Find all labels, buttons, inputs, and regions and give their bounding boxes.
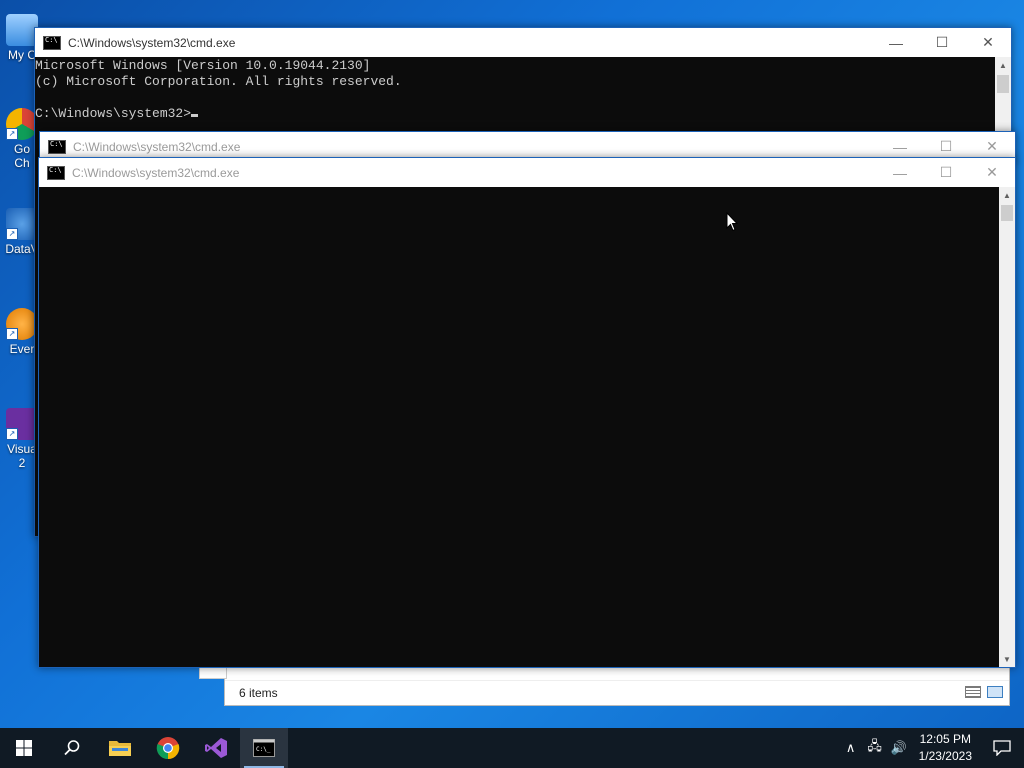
cmd-app-icon[interactable] bbox=[48, 139, 66, 154]
taskbar: C:\_ ∧ 🖧 🔊 12:05 PM 1/23/2023 bbox=[0, 728, 1024, 768]
text-cursor bbox=[191, 114, 199, 117]
cmd-app-icon[interactable] bbox=[47, 165, 65, 180]
taskbar-chrome[interactable] bbox=[144, 728, 192, 768]
scroll-up-arrow-icon[interactable]: ▲ bbox=[999, 187, 1015, 203]
windows-logo-icon bbox=[16, 740, 32, 756]
mouse-pointer-icon bbox=[726, 212, 738, 232]
taskbar-file-explorer[interactable] bbox=[96, 728, 144, 768]
action-center-button[interactable] bbox=[980, 728, 1024, 768]
shortcut-arrow-icon: ↗ bbox=[6, 128, 18, 140]
shortcut-arrow-icon: ↗ bbox=[6, 328, 18, 340]
cmd-app-icon[interactable] bbox=[43, 35, 61, 50]
window-title: C:\Windows\system32\cmd.exe bbox=[73, 139, 241, 154]
network-icon[interactable]: 🖧 bbox=[863, 737, 887, 759]
shortcut-arrow-icon: ↗ bbox=[6, 428, 18, 440]
clock-date: 1/23/2023 bbox=[918, 749, 972, 763]
close-button[interactable]: ✕ bbox=[969, 158, 1015, 187]
cmd-window-3[interactable]: C:\Windows\system32\cmd.exe — ☐ ✕ ▲ ▼ bbox=[38, 157, 1016, 668]
clock-time: 12:05 PM bbox=[919, 732, 971, 746]
maximize-button[interactable]: ☐ bbox=[923, 158, 969, 187]
command-prompt-icon: C:\_ bbox=[253, 739, 275, 757]
console-line: (c) Microsoft Corporation. All rights re… bbox=[35, 74, 402, 89]
start-button[interactable] bbox=[0, 728, 48, 768]
cmd-titlebar[interactable]: C:\Windows\system32\cmd.exe — ☐ ✕ bbox=[39, 158, 1015, 187]
shortcut-arrow-icon: ↗ bbox=[6, 228, 18, 240]
explorer-status-bar: 6 items bbox=[225, 680, 1009, 705]
volume-icon[interactable]: 🔊 bbox=[887, 740, 911, 756]
item-count: 6 items bbox=[239, 686, 278, 700]
scroll-down-arrow-icon[interactable]: ▼ bbox=[999, 651, 1015, 667]
folder-icon bbox=[109, 741, 131, 756]
scroll-up-arrow-icon[interactable]: ▲ bbox=[995, 57, 1011, 73]
taskbar-command-prompt[interactable]: C:\_ bbox=[240, 728, 288, 768]
console-line: ​ bbox=[35, 90, 995, 106]
console-prompt: C:\Windows\system32> bbox=[35, 106, 192, 121]
taskbar-visual-studio[interactable] bbox=[192, 728, 240, 768]
details-view-icon[interactable] bbox=[965, 686, 981, 698]
clock[interactable]: 12:05 PM 1/23/2023 bbox=[911, 731, 980, 765]
search-button[interactable] bbox=[48, 728, 96, 768]
chrome-icon bbox=[156, 737, 180, 760]
svg-text:C:\_: C:\_ bbox=[256, 746, 271, 753]
scrollbar-thumb[interactable] bbox=[997, 75, 1009, 93]
vertical-scrollbar[interactable]: ▲ ▼ bbox=[999, 187, 1015, 667]
console-output[interactable] bbox=[39, 187, 999, 667]
visual-studio-icon bbox=[205, 738, 227, 758]
maximize-button[interactable]: ☐ bbox=[919, 28, 965, 57]
close-button[interactable]: ✕ bbox=[965, 28, 1011, 57]
search-icon bbox=[64, 740, 80, 756]
window-title: C:\Windows\system32\cmd.exe bbox=[68, 35, 236, 50]
minimize-button[interactable]: — bbox=[877, 158, 923, 187]
system-tray: ∧ 🖧 🔊 12:05 PM 1/23/2023 bbox=[839, 728, 1024, 768]
show-hidden-icons-chevron-icon[interactable]: ∧ bbox=[839, 740, 863, 756]
console-prompt-line: C:\Windows\system32> bbox=[35, 106, 995, 122]
scrollbar-thumb[interactable] bbox=[1001, 205, 1013, 221]
notification-icon bbox=[993, 740, 1011, 756]
large-icons-view-icon[interactable] bbox=[987, 686, 1003, 698]
cmd-titlebar[interactable]: C:\Windows\system32\cmd.exe — ☐ ✕ bbox=[35, 28, 1011, 57]
console-line: Microsoft Windows [Version 10.0.19044.21… bbox=[35, 58, 371, 73]
window-title: C:\Windows\system32\cmd.exe bbox=[72, 165, 240, 180]
minimize-button[interactable]: — bbox=[873, 28, 919, 57]
